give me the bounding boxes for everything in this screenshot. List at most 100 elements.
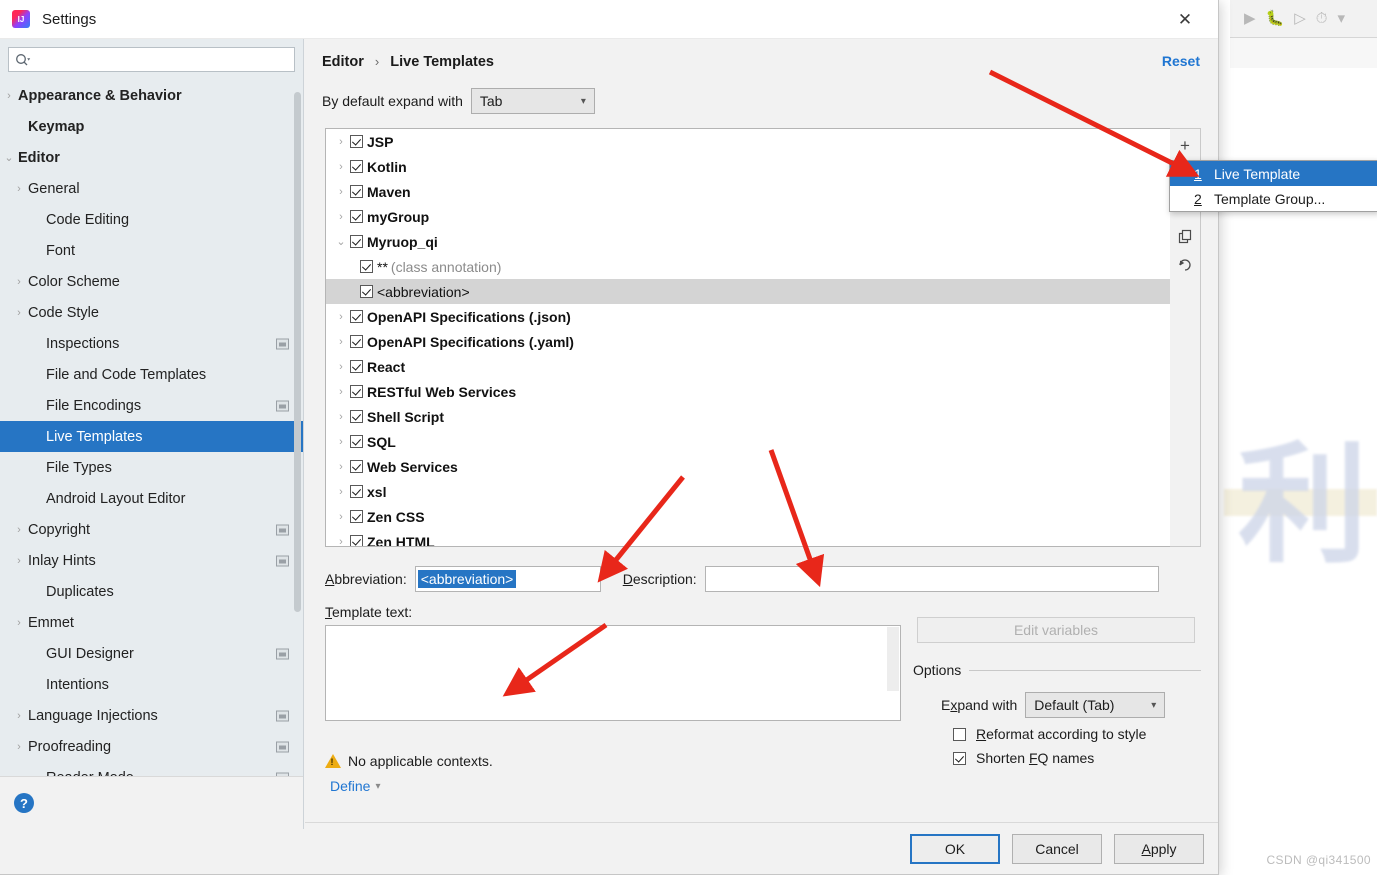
template-tree-row[interactable]: ⌄ Myruop_qi xyxy=(326,229,1200,254)
chevron-down-icon[interactable]: ⌄ xyxy=(0,151,18,164)
reset-link[interactable]: Reset xyxy=(1162,53,1200,69)
search-input[interactable] xyxy=(35,51,288,68)
description-input[interactable] xyxy=(704,566,1159,592)
sidebar-item-keymap[interactable]: Keymap xyxy=(0,111,303,142)
template-tree-row[interactable]: › Shell Script xyxy=(326,404,1200,429)
template-enabled-checkbox[interactable] xyxy=(350,185,363,198)
template-tree-row[interactable]: › Maven xyxy=(326,179,1200,204)
sidebar-item-copyright[interactable]: › Copyright xyxy=(0,514,303,545)
chevron-right-icon[interactable]: › xyxy=(332,461,350,473)
sidebar-item-emmet[interactable]: › Emmet xyxy=(0,607,303,638)
reformat-option-row[interactable]: Reformat according to style xyxy=(913,726,1201,742)
template-enabled-checkbox[interactable] xyxy=(350,235,363,248)
sidebar-item-code-style[interactable]: › Code Style xyxy=(0,297,303,328)
sidebar-item-language-injections[interactable]: › Language Injections xyxy=(0,700,303,731)
chevron-right-icon[interactable]: › xyxy=(10,524,28,536)
template-tree-row[interactable]: › myGroup xyxy=(326,204,1200,229)
sidebar-item-intentions[interactable]: Intentions xyxy=(0,669,303,700)
sidebar-item-inlay-hints[interactable]: › Inlay Hints xyxy=(0,545,303,576)
template-enabled-checkbox[interactable] xyxy=(350,335,363,348)
template-tree-row[interactable]: <abbreviation> xyxy=(326,279,1200,304)
sidebar-item-duplicates[interactable]: Duplicates xyxy=(0,576,303,607)
add-button[interactable]: + xyxy=(1172,133,1198,159)
template-text-scrollbar[interactable] xyxy=(887,627,899,691)
template-enabled-checkbox[interactable] xyxy=(350,460,363,473)
breadcrumb-root[interactable]: Editor xyxy=(322,54,364,70)
run-with-coverage-icon[interactable]: ▷ xyxy=(1294,11,1306,26)
chevron-down-icon[interactable]: ▾ xyxy=(375,781,380,792)
help-question-icon[interactable]: ? xyxy=(14,793,34,813)
template-tree-row[interactable]: › Web Services xyxy=(326,454,1200,479)
copy-icon[interactable] xyxy=(1172,223,1198,249)
chevron-right-icon[interactable]: › xyxy=(10,617,28,629)
default-expand-combo[interactable]: Tab ▾ xyxy=(470,88,595,114)
live-templates-tree[interactable]: › JSP › Kotlin › Maven › myGroup ⌄ Myruop_qi ** (cl… xyxy=(325,128,1201,547)
template-enabled-checkbox[interactable] xyxy=(350,135,363,148)
sidebar-item-font[interactable]: Font xyxy=(0,235,303,266)
chevron-right-icon[interactable]: › xyxy=(332,511,350,523)
sidebar-item-reader-mode[interactable]: Reader Mode xyxy=(0,762,303,776)
abbreviation-input[interactable]: <abbreviation> xyxy=(414,566,601,592)
sidebar-item-file-encodings[interactable]: File Encodings xyxy=(0,390,303,421)
sidebar-item-general[interactable]: › General xyxy=(0,173,303,204)
chevron-right-icon[interactable]: › xyxy=(10,183,28,195)
expand-with-combo[interactable]: Default (Tab) ▾ xyxy=(1025,692,1166,718)
sidebar-item-live-templates[interactable]: Live Templates xyxy=(0,421,303,452)
revert-arrow-icon[interactable] xyxy=(1172,251,1198,277)
sidebar-item-inspections[interactable]: Inspections xyxy=(0,328,303,359)
template-enabled-checkbox[interactable] xyxy=(350,485,363,498)
chevron-right-icon[interactable]: › xyxy=(10,741,28,753)
chevron-right-icon[interactable]: › xyxy=(10,555,28,567)
chevron-right-icon[interactable]: › xyxy=(0,90,18,102)
chevron-right-icon[interactable]: › xyxy=(332,211,350,223)
template-enabled-checkbox[interactable] xyxy=(350,510,363,523)
chevron-right-icon[interactable]: › xyxy=(332,186,350,198)
template-enabled-checkbox[interactable] xyxy=(350,210,363,223)
sidebar-item-file-types[interactable]: File Types xyxy=(0,452,303,483)
sidebar-item-color-scheme[interactable]: › Color Scheme xyxy=(0,266,303,297)
chevron-right-icon[interactable]: › xyxy=(10,276,28,288)
template-enabled-checkbox[interactable] xyxy=(350,410,363,423)
shorten-option-row[interactable]: Shorten FQ names xyxy=(913,750,1201,766)
template-enabled-checkbox[interactable] xyxy=(360,285,373,298)
sidebar-item-appearance-behavior[interactable]: › Appearance & Behavior xyxy=(0,80,303,111)
template-tree-row[interactable]: › React xyxy=(326,354,1200,379)
template-tree-row[interactable]: › OpenAPI Specifications (.yaml) xyxy=(326,329,1200,354)
chevron-down-icon[interactable]: ⌄ xyxy=(332,235,350,248)
search-box[interactable] xyxy=(8,47,295,72)
debug-icon[interactable]: 🐛 xyxy=(1266,11,1285,26)
template-enabled-checkbox[interactable] xyxy=(350,535,363,546)
template-enabled-checkbox[interactable] xyxy=(350,160,363,173)
template-tree-row[interactable]: › Zen CSS xyxy=(326,504,1200,529)
template-tree-row[interactable]: › OpenAPI Specifications (.json) xyxy=(326,304,1200,329)
edit-variables-button[interactable]: Edit variables xyxy=(917,617,1195,643)
sidebar-item-file-and-code-templates[interactable]: File and Code Templates xyxy=(0,359,303,390)
ok-button[interactable]: OK xyxy=(910,833,1000,864)
sidebar-item-gui-designer[interactable]: GUI Designer xyxy=(0,638,303,669)
popup-menu-item-live-template[interactable]: 1 Live Template xyxy=(1170,161,1377,186)
chevron-right-icon[interactable]: › xyxy=(10,307,28,319)
chevron-right-icon[interactable]: › xyxy=(332,136,350,148)
popup-menu-item-template-group[interactable]: 2 Template Group... xyxy=(1170,186,1377,211)
sidebar-item-proofreading[interactable]: › Proofreading xyxy=(0,731,303,762)
template-tree-row[interactable]: › JSP xyxy=(326,129,1200,154)
template-tree-row[interactable]: › SQL xyxy=(326,429,1200,454)
template-enabled-checkbox[interactable] xyxy=(350,435,363,448)
close-icon[interactable]: ✕ xyxy=(1170,8,1200,32)
chevron-right-icon[interactable]: › xyxy=(332,411,350,423)
chevron-down-icon[interactable]: ▾ xyxy=(1337,11,1345,26)
chevron-right-icon[interactable]: › xyxy=(332,536,350,547)
template-enabled-checkbox[interactable] xyxy=(350,360,363,373)
profiler-icon[interactable]: ⏱ xyxy=(1316,11,1328,26)
run-icon[interactable]: ▶ xyxy=(1244,11,1256,26)
chevron-right-icon[interactable]: › xyxy=(332,486,350,498)
template-tree-row[interactable]: › Kotlin xyxy=(326,154,1200,179)
template-enabled-checkbox[interactable] xyxy=(350,385,363,398)
template-enabled-checkbox[interactable] xyxy=(360,260,373,273)
chevron-right-icon[interactable]: › xyxy=(332,436,350,448)
sidebar-item-android-layout-editor[interactable]: Android Layout Editor xyxy=(0,483,303,514)
chevron-right-icon[interactable]: › xyxy=(332,361,350,373)
chevron-right-icon[interactable]: › xyxy=(10,710,28,722)
sidebar-scrollbar[interactable] xyxy=(294,92,301,612)
template-tree-row[interactable]: › xsl xyxy=(326,479,1200,504)
